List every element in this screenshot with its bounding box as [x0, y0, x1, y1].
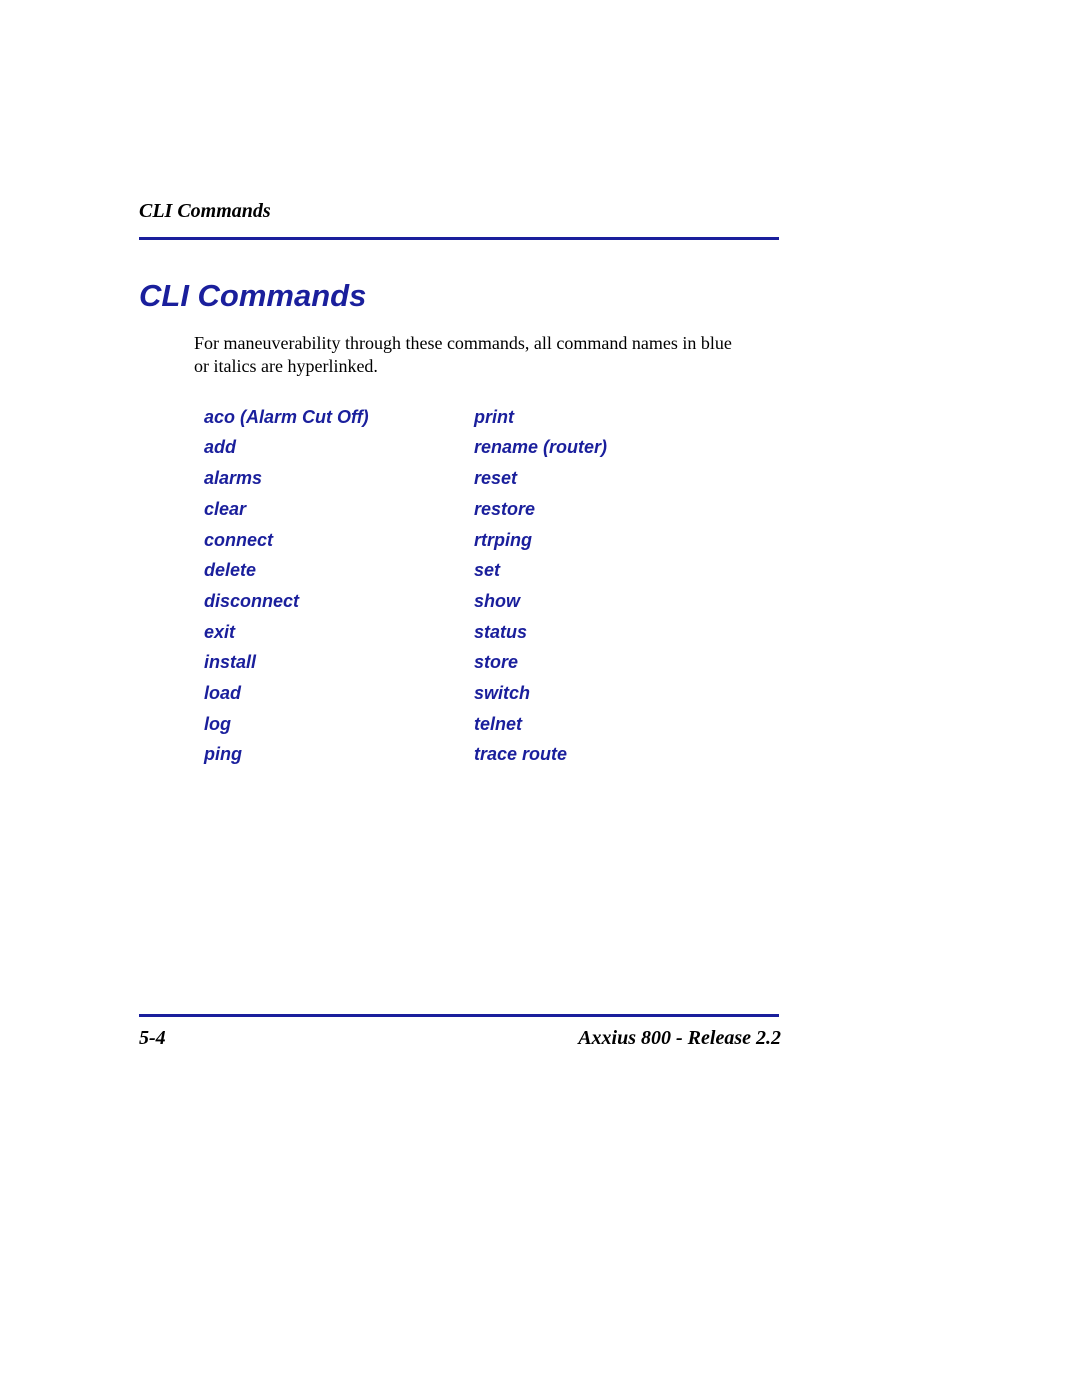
cmd-link-alarms[interactable]: alarms	[204, 468, 474, 489]
cmd-link-delete[interactable]: delete	[204, 560, 474, 581]
cmd-link-reset[interactable]: reset	[474, 468, 744, 489]
footer-rule	[139, 1014, 779, 1017]
cmd-link-log[interactable]: log	[204, 714, 474, 735]
cmd-link-connect[interactable]: connect	[204, 530, 474, 551]
footer-row: 5-4 Axxius 800 - Release 2.2	[139, 1027, 781, 1050]
cmd-link-print[interactable]: print	[474, 407, 744, 428]
cmd-link-switch[interactable]: switch	[474, 683, 744, 704]
command-list: aco (Alarm Cut Off) add alarms clear con…	[204, 407, 781, 775]
cmd-link-disconnect[interactable]: disconnect	[204, 591, 474, 612]
cmd-link-telnet[interactable]: telnet	[474, 714, 744, 735]
cmd-link-exit[interactable]: exit	[204, 622, 474, 643]
command-column-right: print rename (router) reset restore rtrp…	[474, 407, 744, 775]
command-column-left: aco (Alarm Cut Off) add alarms clear con…	[204, 407, 474, 775]
cmd-link-load[interactable]: load	[204, 683, 474, 704]
cmd-link-restore[interactable]: restore	[474, 499, 744, 520]
header-rule	[139, 237, 779, 240]
cmd-link-status[interactable]: status	[474, 622, 744, 643]
cmd-link-set[interactable]: set	[474, 560, 744, 581]
cmd-link-rename[interactable]: rename (router)	[474, 437, 744, 458]
intro-text: For maneuverability through these comman…	[194, 332, 749, 379]
cmd-link-show[interactable]: show	[474, 591, 744, 612]
cmd-link-trace-route[interactable]: trace route	[474, 744, 744, 765]
cmd-link-clear[interactable]: clear	[204, 499, 474, 520]
doc-title: Axxius 800 - Release 2.2	[578, 1027, 781, 1050]
page-content: CLI Commands CLI Commands For maneuverab…	[139, 200, 781, 775]
cmd-link-install[interactable]: install	[204, 652, 474, 673]
page-title: CLI Commands	[139, 278, 781, 314]
cmd-link-aco[interactable]: aco (Alarm Cut Off)	[204, 407, 474, 428]
cmd-link-store[interactable]: store	[474, 652, 744, 673]
running-header: CLI Commands	[139, 200, 781, 223]
page-footer: 5-4 Axxius 800 - Release 2.2	[139, 1014, 781, 1050]
cmd-link-add[interactable]: add	[204, 437, 474, 458]
cmd-link-ping[interactable]: ping	[204, 744, 474, 765]
cmd-link-rtrping[interactable]: rtrping	[474, 530, 744, 551]
page-number: 5-4	[139, 1027, 166, 1050]
